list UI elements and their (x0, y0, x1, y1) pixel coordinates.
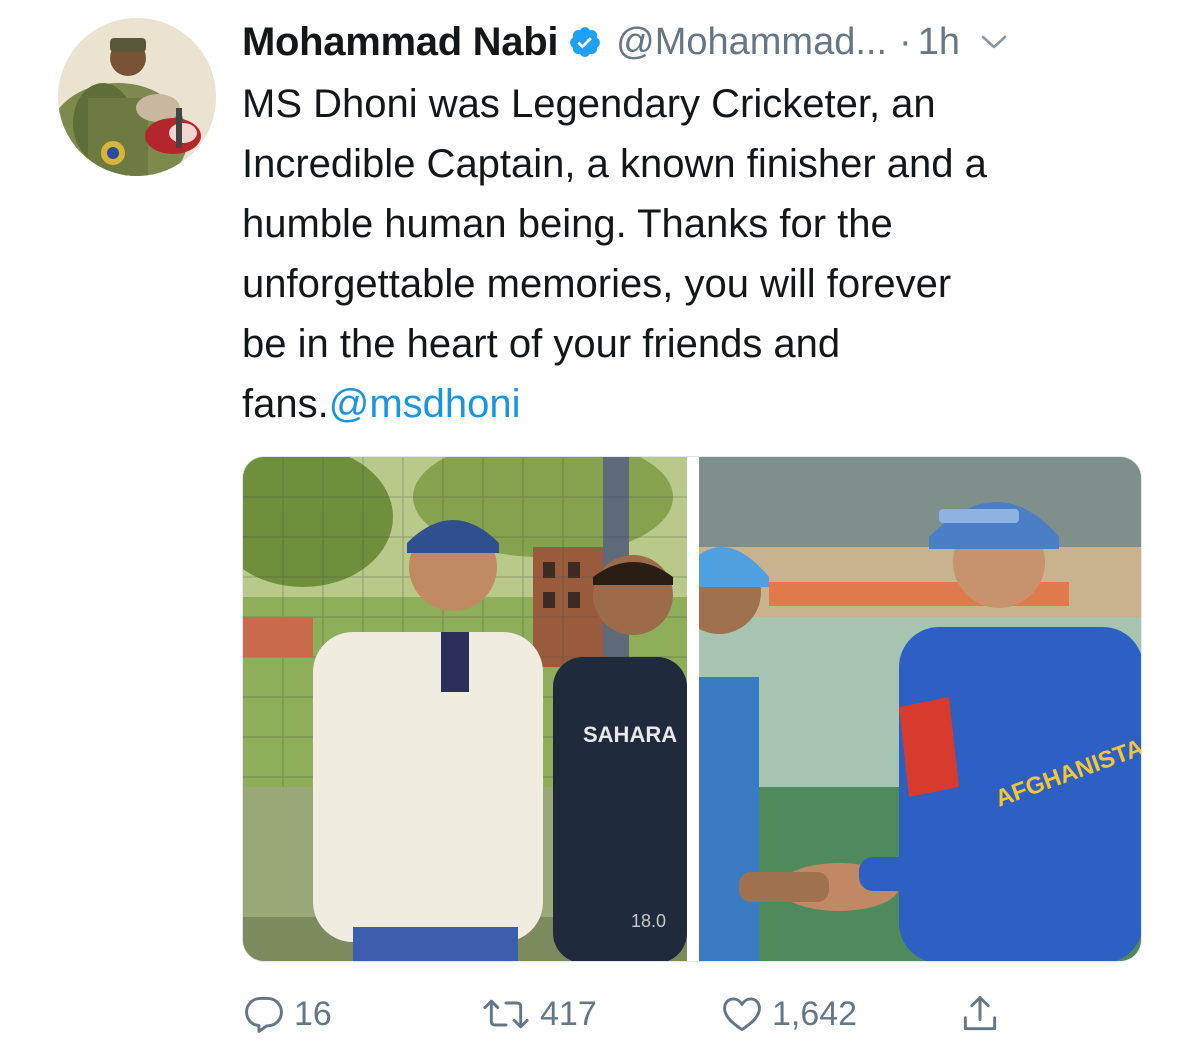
tweet-text: MS Dhoni was Legendary Cricketer, an Inc… (242, 74, 1142, 434)
tweet-text-line: Incredible Captain, a known finisher and… (242, 142, 987, 186)
retweet-icon (483, 999, 529, 1029)
tweet-actions: 16 417 1,642 (242, 988, 1142, 1040)
media-photo-left[interactable]: SAHARA 18.0 (243, 457, 687, 961)
reply-count: 16 (294, 994, 332, 1033)
like-button[interactable]: 1,642 (720, 988, 857, 1040)
tweet-text-fragment: fans. (242, 382, 329, 426)
reply-button[interactable]: 16 (242, 988, 332, 1040)
retweet-button[interactable]: 417 (480, 988, 597, 1040)
author-display-name[interactable]: Mohammad Nabi (242, 20, 558, 65)
share-icon (963, 996, 997, 1031)
tweet-text-line: MS Dhoni was Legendary Cricketer, an (242, 82, 936, 126)
tweet-media: SAHARA 18.0 AFGHANISTAN (242, 456, 1142, 962)
tweet-header: Mohammad Nabi @Mohammad... · 1h (242, 14, 1162, 70)
mention-link[interactable]: @msdhoni (329, 382, 521, 426)
tweet-text-line: humble human being. Thanks for the (242, 202, 893, 246)
shirt-number: 18.0 (631, 911, 666, 931)
tweet-text-line: be in the heart of your friends and (242, 322, 841, 366)
media-divider (687, 457, 699, 961)
media-photo-right[interactable]: AFGHANISTAN (699, 457, 1141, 961)
tweet-timestamp[interactable]: 1h (918, 21, 960, 64)
verified-badge-icon (568, 25, 602, 59)
share-button[interactable] (958, 988, 1002, 1040)
reply-icon (245, 996, 283, 1033)
tweet-text-line: unforgettable memories, you will forever (242, 262, 952, 306)
separator-dot: · (899, 20, 912, 63)
author-avatar[interactable] (58, 18, 216, 176)
shirt-text-sahara: SAHARA (583, 722, 677, 747)
avatar-image (58, 18, 216, 176)
author-handle[interactable]: @Mohammad... (616, 21, 887, 64)
heart-icon (723, 997, 761, 1032)
tweet-text-last-line: fans.@msdhoni (242, 374, 1142, 434)
like-count: 1,642 (772, 994, 858, 1033)
retweet-count: 417 (540, 994, 597, 1033)
chevron-down-icon[interactable] (980, 32, 1008, 52)
